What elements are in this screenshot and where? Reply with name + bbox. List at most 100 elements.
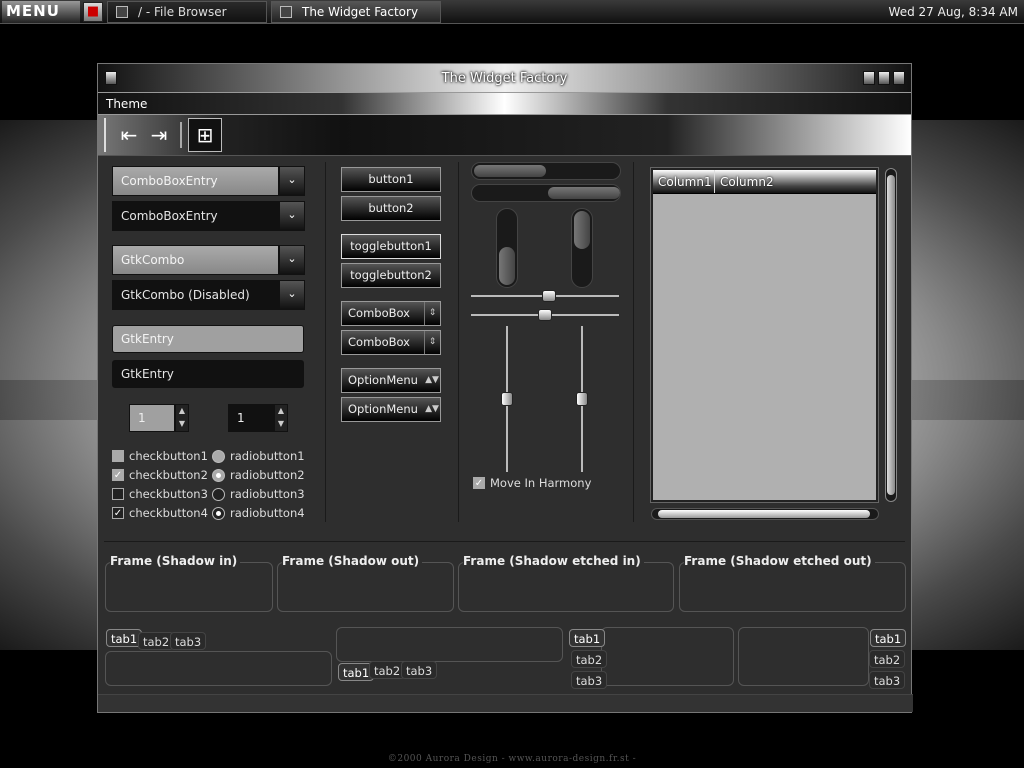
radio-icon[interactable]	[212, 449, 225, 463]
move-in-harmony-check[interactable]: ✓ Move In Harmony	[473, 475, 591, 491]
horizontal-scrollbar[interactable]	[651, 508, 879, 520]
checkbutton-1[interactable]: checkbutton1	[112, 448, 208, 464]
vertical-scrollbar[interactable]	[885, 168, 897, 502]
notebook-left-tab2[interactable]: tab2	[571, 650, 608, 668]
updown-icon: ⇕	[424, 331, 440, 354]
menu-theme[interactable]: Theme	[106, 97, 147, 111]
slider-knob[interactable]	[538, 309, 552, 321]
chevron-down-icon[interactable]: ⌄	[279, 201, 305, 231]
vscale-2[interactable]	[576, 326, 588, 472]
checkbox-icon[interactable]	[112, 450, 124, 462]
spin-button-2[interactable]: 1 ▲ ▼	[228, 404, 288, 432]
notebook-right-tab1[interactable]: tab1	[870, 629, 907, 647]
window-icon	[280, 5, 292, 18]
spin-up-icon[interactable]: ▲	[176, 405, 188, 418]
checkbox-checked-icon[interactable]: ✓	[473, 477, 485, 489]
spin-value[interactable]: 1	[129, 404, 175, 432]
radiobutton-3[interactable]: radiobutton3	[212, 486, 305, 502]
goto-last-icon[interactable]: ⇥	[144, 120, 174, 150]
gtk-entry-1[interactable]: GtkEntry	[112, 325, 304, 353]
gtk-combo-field: GtkCombo (Disabled)	[112, 280, 279, 310]
toolbar-grip[interactable]	[104, 118, 108, 152]
spin-value[interactable]: 1	[228, 404, 274, 432]
notebook-bottom-tab3[interactable]: tab3	[401, 661, 438, 679]
frame-shadow-etched-in	[458, 562, 674, 612]
scrollbar-thumb[interactable]	[658, 510, 870, 518]
status-bar	[98, 694, 913, 712]
spin-down-icon[interactable]: ▼	[176, 418, 188, 431]
notebook-right-tab2[interactable]: tab2	[869, 650, 906, 668]
hscale-2[interactable]	[471, 309, 619, 321]
combo-entry-field[interactable]: ComboBoxEntry	[112, 166, 279, 196]
gtk-combo[interactable]: GtkCombo ⌄	[112, 245, 305, 275]
togglebutton-2[interactable]: togglebutton2	[341, 263, 441, 288]
chevron-down-icon[interactable]: ⌄	[279, 166, 305, 196]
checkbox-icon[interactable]	[112, 488, 124, 500]
close-button[interactable]	[893, 71, 905, 85]
radiobutton-4[interactable]: radiobutton4	[212, 505, 305, 521]
slider-knob[interactable]	[576, 392, 588, 406]
menu-button[interactable]: MENU	[2, 0, 80, 23]
checkbutton-4[interactable]: ✓ checkbutton4	[112, 505, 208, 521]
combobox-entry-2[interactable]: ComboBoxEntry ⌄	[112, 201, 305, 231]
task-file-browser[interactable]: / - File Browser	[107, 0, 267, 23]
goto-first-icon[interactable]: ⇤	[114, 120, 144, 150]
vscale-1[interactable]	[501, 326, 513, 472]
column-header-1[interactable]: Column1	[653, 170, 715, 193]
checkbutton-3[interactable]: checkbutton3	[112, 486, 208, 502]
notebook-left-tab3[interactable]: tab3	[571, 671, 608, 689]
task-widget-factory[interactable]: The Widget Factory	[271, 0, 441, 23]
combo-entry-field[interactable]: ComboBoxEntry	[112, 201, 279, 231]
tree-view[interactable]: Column1 Column2	[650, 167, 879, 503]
spin-up-icon[interactable]: ▲	[275, 405, 287, 418]
slider-knob[interactable]	[542, 290, 556, 302]
notebook-top-tab3[interactable]: tab3	[170, 632, 207, 650]
checkbutton-label: checkbutton3	[129, 487, 208, 501]
combobox-2[interactable]: ComboBox ⇕	[341, 330, 441, 355]
column-header-2[interactable]: Column2	[715, 170, 876, 193]
notebook-top-tab2[interactable]: tab2	[138, 632, 175, 650]
chevron-down-icon[interactable]: ⌄	[279, 245, 305, 275]
gtk-combo-disabled: GtkCombo (Disabled) ⌄	[112, 280, 305, 310]
radiobutton-2[interactable]: radiobutton2	[212, 467, 305, 483]
combobox-entry-1[interactable]: ComboBoxEntry ⌄	[112, 166, 305, 196]
toolbar-separator	[180, 122, 182, 148]
launcher-icon[interactable]: ■	[83, 1, 103, 22]
button-1[interactable]: button1	[341, 167, 441, 192]
checkbutton-2[interactable]: ✓ checkbutton2	[112, 467, 208, 483]
hscale-1[interactable]	[471, 290, 619, 302]
radio-selected-icon[interactable]	[212, 506, 225, 520]
radio-selected-icon[interactable]	[212, 468, 225, 482]
slider-knob[interactable]	[501, 392, 513, 406]
vertical-progress-1	[496, 208, 518, 288]
notebook-right-tab3[interactable]: tab3	[869, 671, 906, 689]
optionmenu-1[interactable]: OptionMenu ▲▼	[341, 368, 441, 393]
spin-down-icon[interactable]: ▼	[275, 418, 287, 431]
gtk-entry-2[interactable]: GtkEntry	[112, 360, 304, 388]
checkbutton-label: checkbutton1	[129, 449, 208, 463]
checkbox-checked-icon[interactable]: ✓	[112, 507, 124, 519]
combobox-1[interactable]: ComboBox ⇕	[341, 301, 441, 326]
notebook-top-tab1[interactable]: tab1	[106, 629, 143, 647]
minimize-button[interactable]	[863, 71, 875, 85]
button-2[interactable]: button2	[341, 196, 441, 221]
grid-icon[interactable]: ⊞	[188, 118, 222, 152]
togglebutton-1[interactable]: togglebutton1	[341, 234, 441, 259]
radiobutton-label: radiobutton3	[230, 487, 305, 501]
toolbar: ⇤ ⇥ ⊞	[98, 114, 911, 156]
notebook-left-tab1[interactable]: tab1	[569, 629, 606, 647]
title-bar[interactable]: The Widget Factory	[98, 64, 911, 92]
widget-factory-window: The Widget Factory Theme ⇤ ⇥ ⊞ ComboBoxE…	[97, 63, 913, 713]
checkbox-checked-icon[interactable]: ✓	[112, 469, 124, 481]
spin-button-1[interactable]: 1 ▲ ▼	[129, 404, 189, 432]
frame-label: Frame (Shadow in)	[110, 554, 241, 568]
radiobutton-1[interactable]: radiobutton1	[212, 448, 305, 464]
radio-icon[interactable]	[212, 487, 225, 501]
gtk-combo-field[interactable]: GtkCombo	[112, 245, 279, 275]
progress-bar-1	[471, 162, 621, 180]
notebook-bottom-tab2[interactable]: tab2	[369, 661, 406, 679]
maximize-button[interactable]	[878, 71, 890, 85]
scrollbar-thumb[interactable]	[887, 175, 895, 495]
radiobutton-label: radiobutton1	[230, 449, 305, 463]
optionmenu-2[interactable]: OptionMenu ▲▼	[341, 397, 441, 422]
